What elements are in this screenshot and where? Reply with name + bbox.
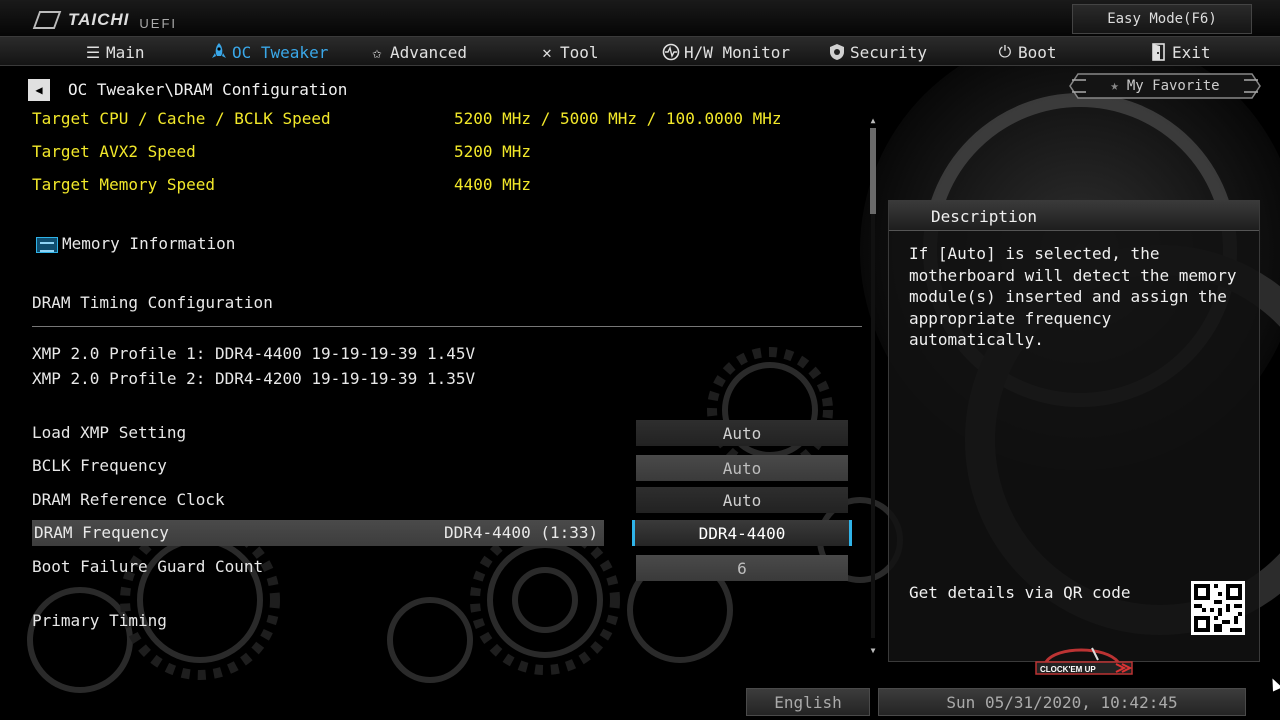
mouse-cursor-icon — [1267, 676, 1280, 692]
xmp-profile-2: XMP 2.0 Profile 2: DDR4-4200 19-19-19-39… — [32, 369, 476, 388]
description-text: If [Auto] is selected, the motherboard w… — [909, 244, 1237, 349]
dram-frequency-select[interactable]: DDR4-4400 — [632, 520, 852, 546]
svg-text:CLOCK'EM UP: CLOCK'EM UP — [1040, 665, 1096, 674]
tab-tool[interactable]: ✕ Tool — [538, 37, 599, 67]
tab-tool-label: Tool — [560, 42, 599, 62]
star-icon: ✩ — [372, 42, 382, 62]
easy-mode-button[interactable]: Easy Mode(F6) — [1072, 4, 1252, 34]
tab-main-label: Main — [106, 42, 145, 62]
tab-oc-tweaker[interactable]: OC Tweaker — [210, 37, 328, 67]
qr-code-image — [1191, 581, 1245, 635]
breadcrumb: OC Tweaker\DRAM Configuration — [68, 80, 348, 99]
memory-information-label: Memory Information — [62, 234, 236, 253]
tab-advanced-label: Advanced — [390, 42, 468, 62]
dram-reference-clock-select[interactable]: Auto — [636, 487, 848, 513]
exit-icon — [1150, 43, 1168, 61]
scroll-down-arrow-icon[interactable]: ▼ — [868, 645, 878, 655]
load-xmp-setting-label[interactable]: Load XMP Setting — [32, 423, 186, 442]
tab-boot-label: Boot — [1018, 42, 1057, 62]
dram-frequency-current: DDR4-4400 (1:33) — [444, 523, 599, 542]
dram-reference-clock-label[interactable]: DRAM Reference Clock — [32, 490, 225, 509]
target-memory-value: 4400 MHz — [454, 175, 532, 194]
main-navigation: ☰ Main OC Tweaker ✩ Advanced ✕ Tool H/W … — [0, 36, 1280, 66]
tab-security[interactable]: Security — [828, 37, 927, 67]
dram-timing-config-heading: DRAM Timing Configuration — [32, 293, 273, 312]
target-avx2-label: Target AVX2 Speed — [32, 142, 196, 161]
monitor-icon — [662, 43, 680, 61]
boot-failure-guard-count-label[interactable]: Boot Failure Guard Count — [32, 557, 263, 576]
qr-code-caption: Get details via QR code — [909, 583, 1131, 602]
primary-timing-item[interactable]: Primary Timing — [32, 611, 167, 630]
memory-module-icon — [36, 236, 58, 253]
rocket-icon — [210, 43, 228, 61]
list-icon: ☰ — [85, 42, 101, 62]
dram-frequency-label[interactable]: DRAM Frequency — [34, 523, 169, 542]
power-icon: ⏻ — [998, 42, 1012, 61]
star-icon: ★ — [1110, 78, 1119, 94]
memory-information-item[interactable]: Memory Information — [36, 234, 235, 253]
brand-name: TAICHI — [68, 10, 130, 29]
description-title: Description — [931, 207, 1037, 226]
scroll-up-arrow-icon[interactable]: ▲ — [868, 115, 878, 125]
tab-boot[interactable]: ⏻ Boot — [996, 37, 1057, 67]
top-bar: TAICHI UEFI Easy Mode(F6) — [0, 0, 1280, 36]
my-favorite-button[interactable]: ★ My Favorite — [1068, 72, 1262, 100]
scrollbar-thumb[interactable] — [870, 128, 876, 214]
brand-sub: UEFI — [139, 15, 178, 31]
target-memory-label: Target Memory Speed — [32, 175, 216, 194]
tab-exit[interactable]: Exit — [1150, 37, 1211, 67]
bclk-frequency-select[interactable]: Auto — [636, 455, 848, 481]
section-divider — [32, 326, 862, 327]
date-time-display: Sun 05/31/2020, 10:42:45 — [878, 688, 1246, 716]
tab-exit-label: Exit — [1172, 42, 1211, 62]
tab-hw-monitor[interactable]: H/W Monitor — [662, 37, 790, 67]
target-avx2-value: 5200 MHz — [454, 142, 532, 161]
boot-failure-guard-count-input[interactable]: 6 — [636, 555, 848, 581]
xmp-profile-1: XMP 2.0 Profile 1: DDR4-4400 19-19-19-39… — [32, 344, 476, 363]
tab-main[interactable]: ☰ Main — [84, 37, 145, 67]
tab-oc-tweaker-label: OC Tweaker — [232, 42, 329, 62]
description-header: Description — [889, 201, 1259, 231]
my-favorite-label: My Favorite — [1126, 78, 1220, 94]
clock-em-up-logo: CLOCK'EM UP — [1035, 647, 1133, 675]
logo-mark-icon — [32, 11, 62, 29]
brand-logo: TAICHI UEFI — [32, 8, 178, 32]
description-panel: Description If [Auto] is selected, the m… — [888, 200, 1260, 662]
tools-icon: ✕ — [542, 42, 552, 62]
tab-security-label: Security — [850, 42, 928, 62]
bclk-frequency-label[interactable]: BCLK Frequency — [32, 456, 167, 475]
back-button[interactable]: ◀ — [28, 79, 50, 101]
tab-advanced[interactable]: ✩ Advanced — [368, 37, 467, 67]
target-cpu-value: 5200 MHz / 5000 MHz / 100.0000 MHz — [454, 109, 782, 128]
load-xmp-setting-select[interactable]: Auto — [636, 420, 848, 446]
back-arrow-icon: ◀ — [35, 83, 43, 97]
target-cpu-label: Target CPU / Cache / BCLK Speed — [32, 109, 331, 128]
language-button[interactable]: English — [746, 688, 870, 716]
shield-icon — [828, 43, 846, 61]
tab-hw-monitor-label: H/W Monitor — [684, 42, 790, 62]
